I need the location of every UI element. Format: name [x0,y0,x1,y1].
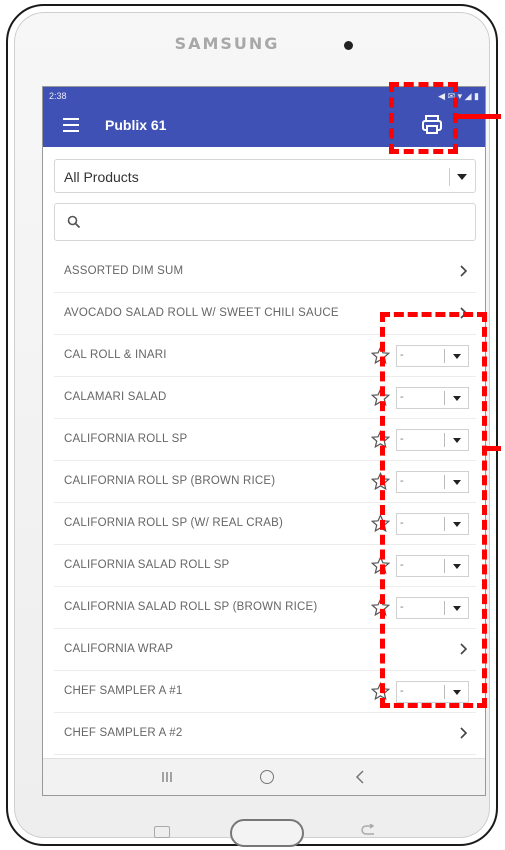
product-name: CALIFORNIA ROLL SP (BROWN RICE) [64,475,276,487]
list-item[interactable]: ASSORTED DIM SUM [54,251,476,293]
product-filter-value: All Products [64,169,139,185]
select-divider [449,168,450,186]
product-name: CALIFORNIA SALAD ROLL SP [64,559,230,571]
quantity-callout-box [380,312,487,708]
chevron-right-icon [460,727,468,739]
recent-apps-icon[interactable] [161,771,173,783]
hardware-back-icon[interactable] [360,824,376,836]
product-name: CHEF SAMPLER A #2 [64,727,183,739]
hardware-home-button[interactable] [230,819,304,847]
product-name: CALIFORNIA ROLL SP (W/ REAL CRAB) [64,517,283,529]
app-title: Publix 61 [105,117,167,133]
search-input[interactable] [54,203,476,241]
chevron-down-icon [457,174,467,180]
product-name: CAL ROLL & INARI [64,349,167,361]
product-name: CALIFORNIA SALAD ROLL SP (BROWN RICE) [64,601,318,613]
quantity-callout-line [487,446,501,451]
print-callout-box [389,82,458,154]
print-callout-line [458,114,501,119]
product-name: CALIFORNIA WRAP [64,643,174,655]
product-name: CHEF SAMPLER A #1 [64,685,183,697]
chevron-right-icon [460,265,468,277]
search-icon [67,215,81,229]
product-filter-select[interactable]: All Products [54,159,476,193]
list-item[interactable]: CHEF SAMPLER A #2 [54,713,476,755]
home-icon[interactable] [260,770,274,784]
android-nav-bar [43,758,485,795]
hardware-recent-button[interactable] [154,826,170,838]
device-brand: SAMSUNG [174,34,280,53]
status-time: 2:38 [49,91,67,101]
product-name: CALIFORNIA ROLL SP [64,433,188,445]
hamburger-icon[interactable] [63,118,79,132]
product-name: AVOCADO SALAD ROLL W/ SWEET CHILI SAUCE [64,307,339,319]
camera-icon [344,41,353,50]
product-name: CALAMARI SALAD [64,391,167,403]
product-name: ASSORTED DIM SUM [64,265,184,277]
back-icon[interactable] [355,770,365,784]
